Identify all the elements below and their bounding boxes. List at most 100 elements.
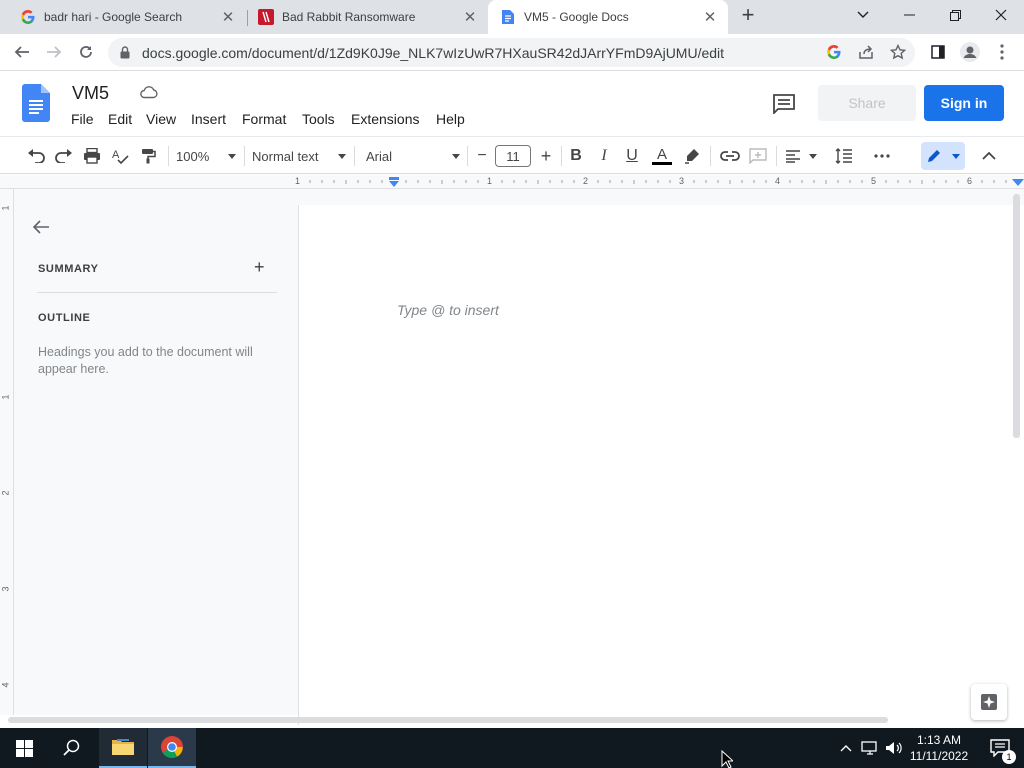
close-tab-icon[interactable]: ✕ [700, 7, 720, 27]
horizontal-ruler[interactable]: 1 1 2 3 4 5 6 [0, 175, 1024, 189]
paint-format-icon[interactable] [136, 145, 160, 167]
search-icon[interactable] [48, 728, 96, 768]
show-hidden-icons-icon[interactable] [834, 728, 858, 768]
minimize-icon[interactable] [886, 0, 932, 30]
new-tab-button[interactable]: + [728, 0, 768, 30]
volume-icon[interactable] [882, 728, 906, 768]
vertical-scrollbar[interactable] [1013, 194, 1020, 438]
italic-button[interactable]: I [594, 145, 614, 167]
line-spacing-icon[interactable] [832, 145, 856, 167]
back-arrow-icon[interactable] [8, 38, 36, 66]
font-size-input[interactable]: 11 [495, 145, 531, 167]
chevron-down-icon [452, 153, 460, 159]
print-icon[interactable] [80, 145, 104, 167]
close-tab-icon[interactable]: ✕ [218, 7, 238, 27]
system-clock[interactable]: 1:13 AM 11/11/2022 [906, 732, 972, 764]
bookmark-star-icon[interactable] [884, 38, 912, 66]
tab-title: badr hari - Google Search [44, 10, 183, 24]
text-color-button[interactable]: A [650, 145, 674, 167]
insert-link-icon[interactable] [719, 145, 741, 167]
docs-logo-icon[interactable] [22, 84, 50, 122]
profile-avatar-icon[interactable] [956, 38, 984, 66]
bad-rabbit-site-icon [258, 9, 274, 25]
menu-view[interactable]: View [146, 111, 176, 127]
mouse-cursor-icon [721, 750, 733, 768]
ruler-number: 1 [295, 176, 301, 186]
windows-taskbar: 1:13 AM 11/11/2022 1 [0, 728, 1024, 768]
cloud-saved-icon[interactable] [140, 85, 158, 99]
paragraph-style-select[interactable]: Normal text [252, 145, 346, 167]
share-page-icon[interactable] [852, 38, 880, 66]
tab-google-search[interactable]: badr hari - Google Search ✕ [0, 0, 246, 34]
notifications-icon[interactable]: 1 [976, 728, 1024, 768]
redo-icon[interactable] [52, 145, 76, 167]
zoom-select[interactable]: 100% [176, 145, 236, 167]
share-button[interactable]: Share [818, 85, 916, 121]
ruler-number: 4 [775, 176, 781, 186]
document-page[interactable]: Type @ to insert [298, 205, 1024, 725]
font-select[interactable]: Arial [366, 145, 460, 167]
tab-bad-rabbit[interactable]: Bad Rabbit Ransomware ✕ [238, 0, 488, 34]
close-window-icon[interactable] [978, 0, 1024, 30]
indent-marker-icon[interactable] [388, 177, 400, 188]
type-to-insert-placeholder[interactable]: Type @ to insert [397, 302, 499, 318]
reload-icon[interactable] [72, 38, 100, 66]
ruler-number: 3 [0, 586, 11, 592]
tab-title: VM5 - Google Docs [524, 10, 629, 24]
decrease-font-size-button[interactable]: − [472, 145, 492, 167]
menu-format[interactable]: Format [242, 111, 286, 127]
toolbar-divider [710, 146, 711, 166]
style-value: Normal text [252, 148, 319, 164]
close-tab-icon[interactable]: ✕ [460, 7, 480, 27]
vertical-ruler[interactable]: 1 1 2 3 4 [0, 189, 14, 715]
explore-icon[interactable] [971, 684, 1007, 720]
add-summary-button[interactable]: + [254, 257, 265, 278]
right-indent-marker-icon[interactable] [1012, 179, 1024, 187]
align-select[interactable] [785, 145, 817, 167]
editing-mode-button[interactable] [921, 142, 965, 170]
sign-in-button[interactable]: Sign in [924, 85, 1004, 121]
underline-button[interactable]: U [622, 145, 642, 167]
chevron-down-icon [338, 153, 346, 159]
collapse-menus-icon[interactable] [978, 145, 1000, 167]
highlight-pen-icon[interactable] [682, 145, 702, 167]
file-explorer-icon[interactable] [99, 728, 147, 768]
tab-google-docs[interactable]: VM5 - Google Docs ✕ [488, 0, 728, 34]
text-color-swatch [652, 162, 672, 165]
restore-icon[interactable] [932, 0, 978, 30]
toolbar-divider [467, 146, 468, 166]
lock-icon[interactable] [120, 46, 130, 59]
menu-extensions[interactable]: Extensions [351, 111, 419, 127]
increase-font-size-button[interactable]: + [536, 145, 556, 167]
document-title[interactable]: VM5 [72, 83, 109, 104]
spellcheck-icon[interactable]: A [108, 145, 132, 167]
address-bar[interactable]: docs.google.com/document/d/1Zd9K0J9e_NLK… [108, 38, 915, 67]
network-icon[interactable] [858, 728, 882, 768]
google-translate-icon[interactable] [820, 38, 848, 66]
docs-toolbar: A 100% Normal text Arial − 11 + B I U A [0, 136, 1024, 174]
menu-edit[interactable]: Edit [108, 111, 132, 127]
windows-start-icon[interactable] [0, 728, 48, 768]
back-arrow-icon[interactable] [32, 219, 50, 235]
toolbar-divider [168, 146, 169, 166]
menu-insert[interactable]: Insert [191, 111, 226, 127]
menu-file[interactable]: File [71, 111, 94, 127]
toolbar-divider [561, 146, 562, 166]
ruler-number: 4 [0, 682, 11, 688]
side-panel-icon[interactable] [924, 38, 952, 66]
horizontal-scrollbar[interactable] [8, 717, 888, 723]
forward-arrow-icon[interactable] [40, 38, 68, 66]
comment-history-icon[interactable] [773, 94, 795, 114]
menu-help[interactable]: Help [436, 111, 465, 127]
toolbar-divider [354, 146, 355, 166]
chrome-icon[interactable] [148, 728, 196, 768]
browser-menu-icon[interactable] [988, 38, 1016, 66]
menu-tools[interactable]: Tools [302, 111, 335, 127]
more-options-icon[interactable] [870, 145, 894, 167]
browser-toolbar: docs.google.com/document/d/1Zd9K0J9e_NLK… [0, 34, 1024, 71]
add-comment-icon[interactable] [747, 145, 769, 167]
bold-button[interactable]: B [566, 145, 586, 167]
undo-icon[interactable] [24, 145, 48, 167]
browser-tab-strip: badr hari - Google Search ✕ Bad Rabbit R… [0, 0, 1024, 34]
tab-search-icon[interactable] [840, 0, 886, 30]
